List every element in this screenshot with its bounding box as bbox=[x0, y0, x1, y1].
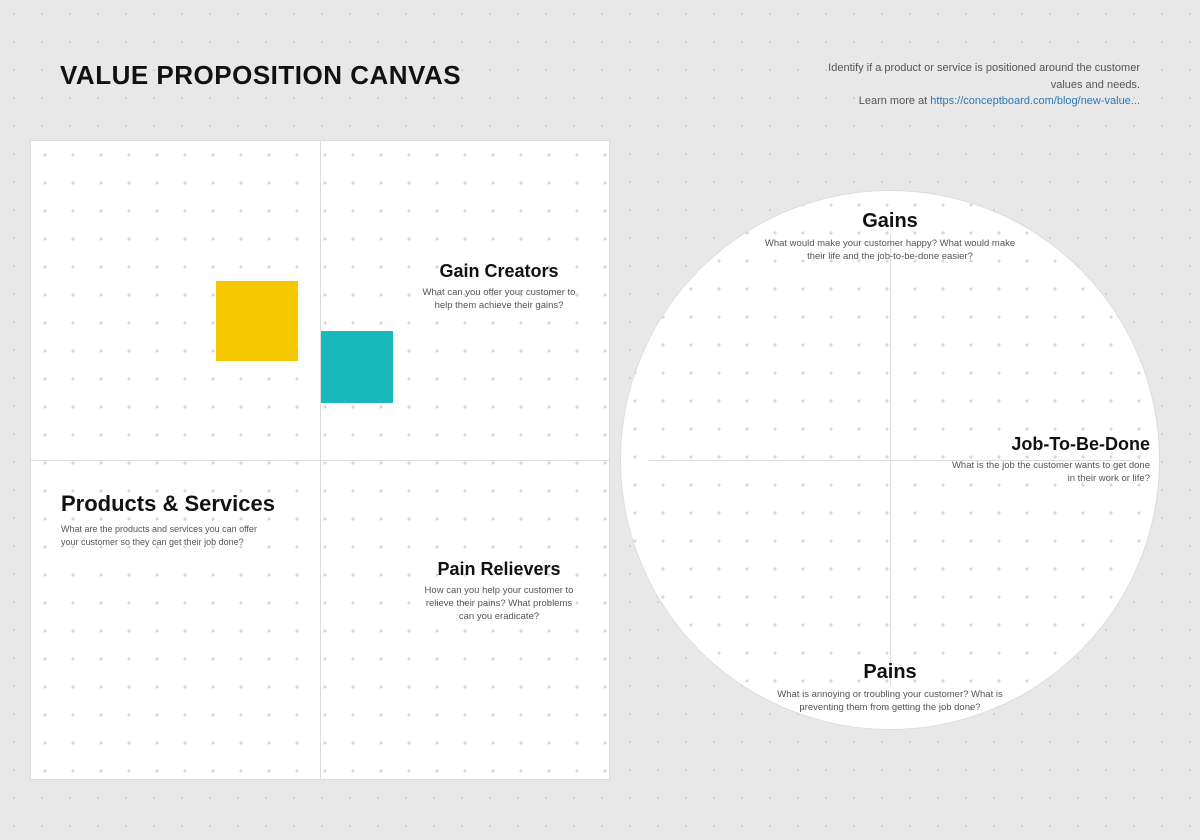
gain-creators-title: Gain Creators bbox=[419, 261, 579, 282]
pain-relievers-desc: How can you help your customer to reliev… bbox=[419, 584, 579, 624]
gain-creators-section: Gain Creators What can you offer your cu… bbox=[419, 261, 579, 313]
pain-relievers-title: Pain Relievers bbox=[419, 559, 579, 580]
page-description: Identify if a product or service is posi… bbox=[800, 60, 1140, 110]
sticky-note-teal[interactable] bbox=[321, 331, 393, 403]
gains-section: Gains What would make your customer happ… bbox=[760, 210, 1020, 264]
circle-section: Gains What would make your customer happ… bbox=[610, 140, 1170, 780]
job-to-be-done-title: Job-To-Be-Done bbox=[950, 434, 1150, 455]
gains-desc: What would make your customer happy? Wha… bbox=[760, 237, 1020, 264]
learn-more-link[interactable]: https://conceptboard.com/blog/new-value.… bbox=[930, 95, 1140, 107]
job-to-be-done-section: Job-To-Be-Done What is the job the custo… bbox=[950, 434, 1150, 486]
pains-title: Pains bbox=[760, 661, 1020, 684]
products-services-section: Products & Services What are the product… bbox=[61, 491, 291, 548]
square-section: Gain Creators What can you offer your cu… bbox=[30, 140, 610, 780]
sticky-note-yellow[interactable] bbox=[216, 281, 298, 361]
pains-desc: What is annoying or troubling your custo… bbox=[760, 688, 1020, 715]
products-services-desc: What are the products and services you c… bbox=[61, 523, 261, 548]
pains-section: Pains What is annoying or troubling your… bbox=[760, 661, 1020, 715]
products-services-title: Products & Services bbox=[61, 491, 291, 517]
description-text: Identify if a product or service is posi… bbox=[828, 62, 1140, 91]
canvas-area: Gain Creators What can you offer your cu… bbox=[60, 140, 1140, 780]
page-title: VALUE PROPOSITION CANVAS bbox=[60, 60, 461, 91]
square-content: Gain Creators What can you offer your cu… bbox=[31, 141, 609, 779]
pain-relievers-section: Pain Relievers How can you help your cus… bbox=[419, 559, 579, 624]
page-header: VALUE PROPOSITION CANVAS Identify if a p… bbox=[60, 60, 1140, 110]
gains-title: Gains bbox=[760, 210, 1020, 233]
vertical-divider bbox=[320, 141, 321, 779]
page-container: VALUE PROPOSITION CANVAS Identify if a p… bbox=[0, 0, 1200, 820]
gain-creators-desc: What can you offer your customer to help… bbox=[419, 286, 579, 313]
learn-more-prefix: Learn more at bbox=[859, 95, 931, 107]
circle-vertical-divider bbox=[890, 234, 891, 686]
job-to-be-done-desc: What is the job the customer wants to ge… bbox=[950, 459, 1150, 486]
